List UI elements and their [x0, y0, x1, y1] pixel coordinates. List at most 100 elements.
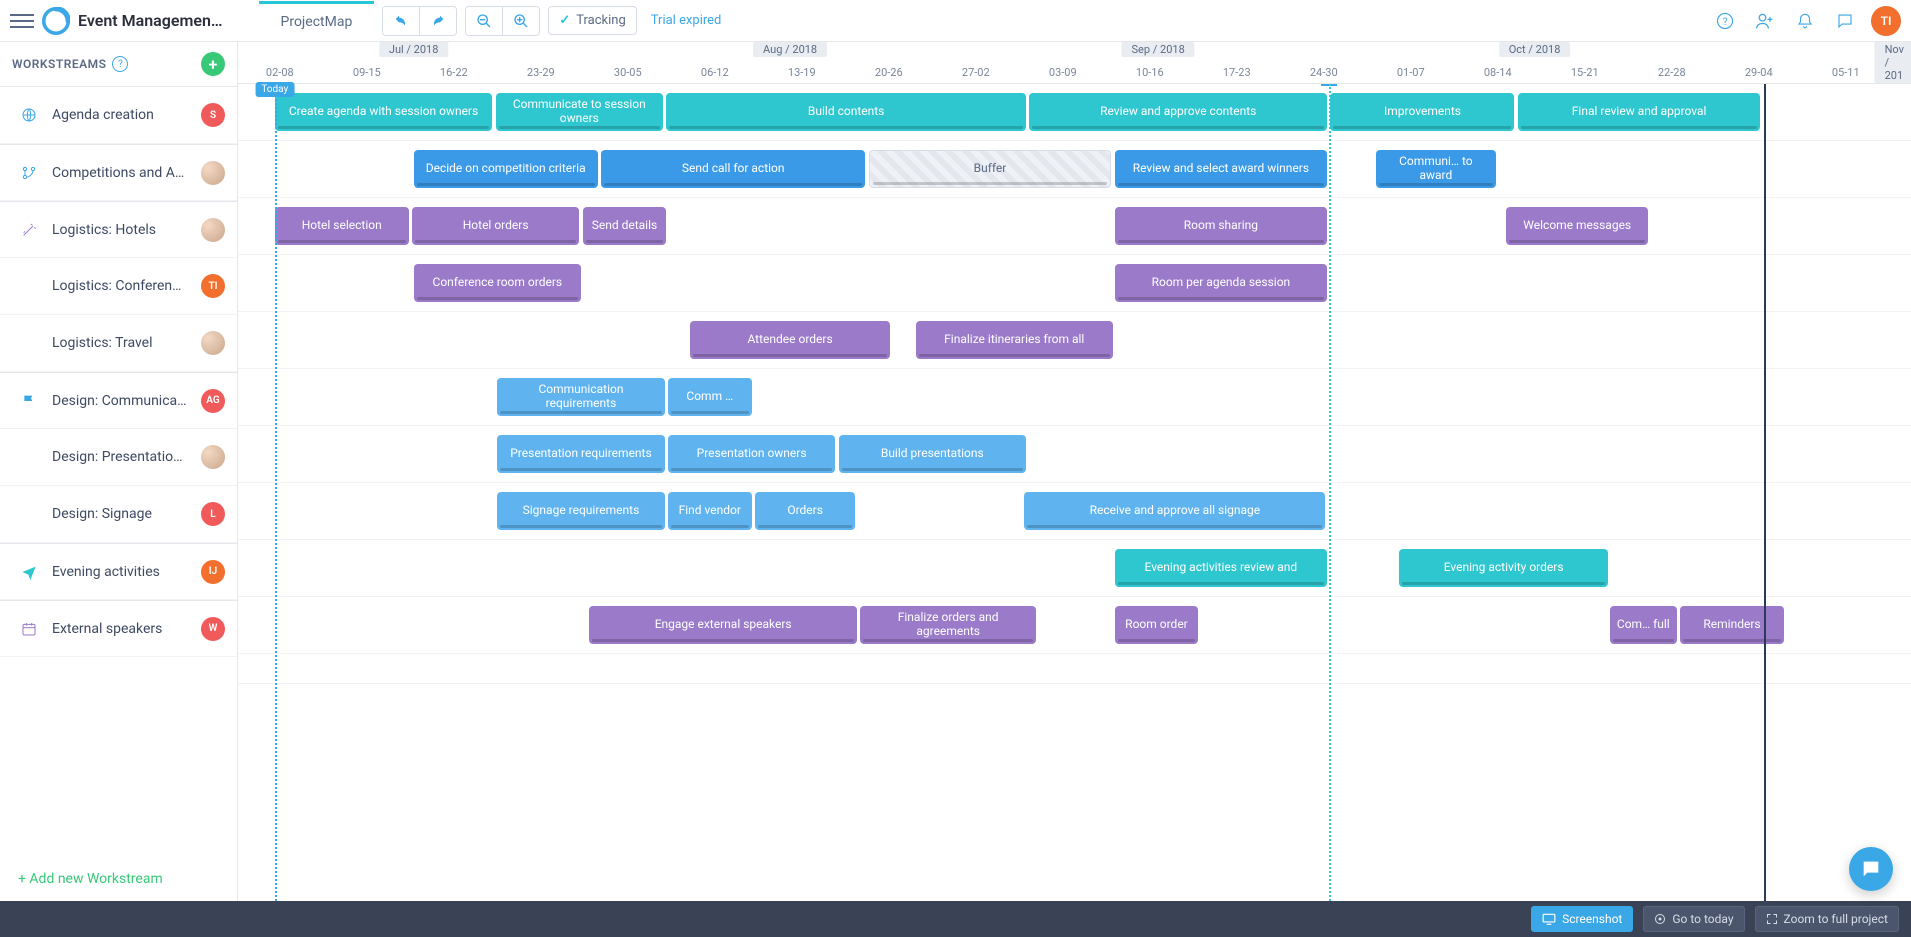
- task-bar[interactable]: Welcome messages: [1506, 207, 1648, 245]
- task-bar[interactable]: Communication requirements: [497, 378, 664, 416]
- workstream-label: Agenda creation: [52, 107, 187, 123]
- project-end-line: [1764, 84, 1766, 901]
- support-chat-button[interactable]: [1849, 847, 1893, 891]
- help-icon[interactable]: ?: [112, 56, 128, 72]
- workstream-item[interactable]: Logistics: Hotels: [0, 201, 237, 258]
- week-label: 09-15: [353, 66, 381, 79]
- task-bar[interactable]: Review and select award winners: [1115, 150, 1327, 188]
- today-marker: Today: [255, 82, 294, 97]
- task-bar[interactable]: Build presentations: [839, 435, 1026, 473]
- week-label: 10-16: [1136, 66, 1164, 79]
- screenshot-button[interactable]: Screenshot: [1531, 906, 1633, 932]
- assignee-avatar[interactable]: L: [201, 502, 225, 526]
- task-bar[interactable]: Room per agenda session: [1115, 264, 1327, 302]
- workstream-item[interactable]: Design: Signage L: [0, 486, 237, 543]
- task-bar[interactable]: Improvements: [1330, 93, 1514, 131]
- workstream-item[interactable]: Design: Communicat… AG: [0, 372, 237, 429]
- tracking-toggle[interactable]: ✓Tracking: [548, 6, 636, 35]
- add-workstream-button[interactable]: +: [201, 52, 225, 76]
- assignee-avatar[interactable]: IJ: [201, 560, 225, 584]
- menu-toggle[interactable]: [10, 10, 34, 32]
- redo-button[interactable]: [419, 7, 456, 35]
- zoom-out-button[interactable]: [466, 7, 502, 35]
- flag-icon: [20, 393, 38, 409]
- task-bar[interactable]: Send call for action: [601, 150, 865, 188]
- task-bar[interactable]: Communi… to award: [1376, 150, 1496, 188]
- task-bar[interactable]: Decide on competition criteria: [414, 150, 598, 188]
- task-bar[interactable]: Signage requirements: [497, 492, 664, 530]
- project-title: Event Managemen…: [78, 11, 223, 30]
- week-label: 29-04: [1745, 66, 1773, 79]
- assignee-avatar[interactable]: [201, 445, 225, 469]
- task-bar[interactable]: Room order: [1115, 606, 1199, 644]
- task-bar[interactable]: Find vendor: [668, 492, 752, 530]
- task-bar[interactable]: Buffer: [869, 150, 1112, 188]
- zoom-in-button[interactable]: [502, 7, 539, 35]
- task-bar[interactable]: Send details: [583, 207, 667, 245]
- week-label: 20-26: [875, 66, 903, 79]
- timeline-row: Signage requirementsFind vendorOrders Rec…: [238, 483, 1911, 540]
- tab-projectmap[interactable]: ProjectMap: [259, 1, 375, 40]
- trial-status[interactable]: Trial expired: [651, 13, 722, 28]
- task-bar[interactable]: Comm …: [668, 378, 752, 416]
- goto-today-button[interactable]: Go to today: [1643, 906, 1744, 932]
- workstream-item[interactable]: Agenda creation S: [0, 87, 237, 144]
- workstream-item[interactable]: Logistics: Travel: [0, 315, 237, 372]
- week-label: 22-28: [1658, 66, 1686, 79]
- task-bar[interactable]: Reminders: [1680, 606, 1784, 644]
- calendar-icon: [20, 621, 38, 637]
- assignee-avatar[interactable]: TI: [201, 274, 225, 298]
- chat-button[interactable]: [1831, 7, 1859, 35]
- assignee-avatar[interactable]: AG: [201, 389, 225, 413]
- task-bar[interactable]: Create agenda with session owners: [275, 93, 492, 131]
- task-bar[interactable]: Conference room orders: [414, 264, 581, 302]
- workstream-label: Design: Communicat…: [52, 393, 187, 409]
- task-bar[interactable]: Room sharing: [1115, 207, 1327, 245]
- assignee-avatar[interactable]: [201, 161, 225, 185]
- workstream-item[interactable]: Logistics: Conferenc…TI: [0, 258, 237, 315]
- task-bar[interactable]: Engage external speakers: [589, 606, 857, 644]
- workstream-label: External speakers: [52, 621, 187, 637]
- zoom-full-label: Zoom to full project: [1784, 912, 1888, 926]
- workstreams-heading: WORKSTREAMS: [12, 57, 106, 71]
- task-bar[interactable]: Finalize orders and agreements: [860, 606, 1036, 644]
- task-bar[interactable]: Com… full: [1610, 606, 1677, 644]
- month-label: Jul / 2018: [379, 42, 449, 57]
- task-bar[interactable]: Hotel orders: [412, 207, 579, 245]
- user-avatar[interactable]: TI: [1871, 6, 1901, 36]
- help-button[interactable]: ?: [1711, 7, 1739, 35]
- assignee-avatar[interactable]: S: [201, 103, 225, 127]
- notifications-button[interactable]: [1791, 7, 1819, 35]
- week-label: 02-08: [266, 66, 294, 79]
- add-workstream-link[interactable]: + Add new Workstream: [0, 857, 237, 901]
- chat-icon: [1860, 858, 1882, 880]
- task-bar[interactable]: Orders: [755, 492, 855, 530]
- workstream-item[interactable]: Evening activitiesIJ: [0, 543, 237, 600]
- workstream-item[interactable]: Competitions and A…: [0, 144, 237, 201]
- assignee-avatar[interactable]: [201, 218, 225, 242]
- task-bar[interactable]: Hotel selection: [275, 207, 409, 245]
- task-bar[interactable]: Final review and approval: [1518, 93, 1761, 131]
- task-bar[interactable]: Presentation requirements: [497, 435, 664, 473]
- undo-button[interactable]: [383, 7, 419, 35]
- invite-button[interactable]: [1751, 7, 1779, 35]
- task-bar[interactable]: Communicate to session owners: [496, 93, 663, 131]
- workstream-item[interactable]: Design: Presentations: [0, 429, 237, 486]
- task-bar[interactable]: Evening activity orders: [1399, 549, 1608, 587]
- task-bar[interactable]: Build contents: [666, 93, 1026, 131]
- task-bar[interactable]: Review and approve contents: [1029, 93, 1327, 131]
- workstream-label: Logistics: Hotels: [52, 222, 187, 238]
- assignee-avatar[interactable]: [201, 331, 225, 355]
- workstream-label: Design: Signage: [52, 506, 187, 522]
- task-bar[interactable]: Attendee orders: [690, 321, 891, 359]
- monitor-icon: [1542, 913, 1556, 925]
- task-bar[interactable]: Finalize itineraries from all: [916, 321, 1113, 359]
- task-bar[interactable]: Evening activities review and: [1115, 549, 1327, 587]
- task-bar[interactable]: Receive and approve all signage: [1024, 492, 1325, 530]
- workstream-item[interactable]: External speakers W: [0, 600, 237, 657]
- task-bar[interactable]: Presentation owners: [668, 435, 835, 473]
- assignee-avatar[interactable]: W: [201, 617, 225, 641]
- globe-icon: [20, 107, 38, 123]
- zoom-full-button[interactable]: Zoom to full project: [1755, 906, 1899, 932]
- timeline-row: Hotel selectionHotel ordersSend details R…: [238, 198, 1911, 255]
